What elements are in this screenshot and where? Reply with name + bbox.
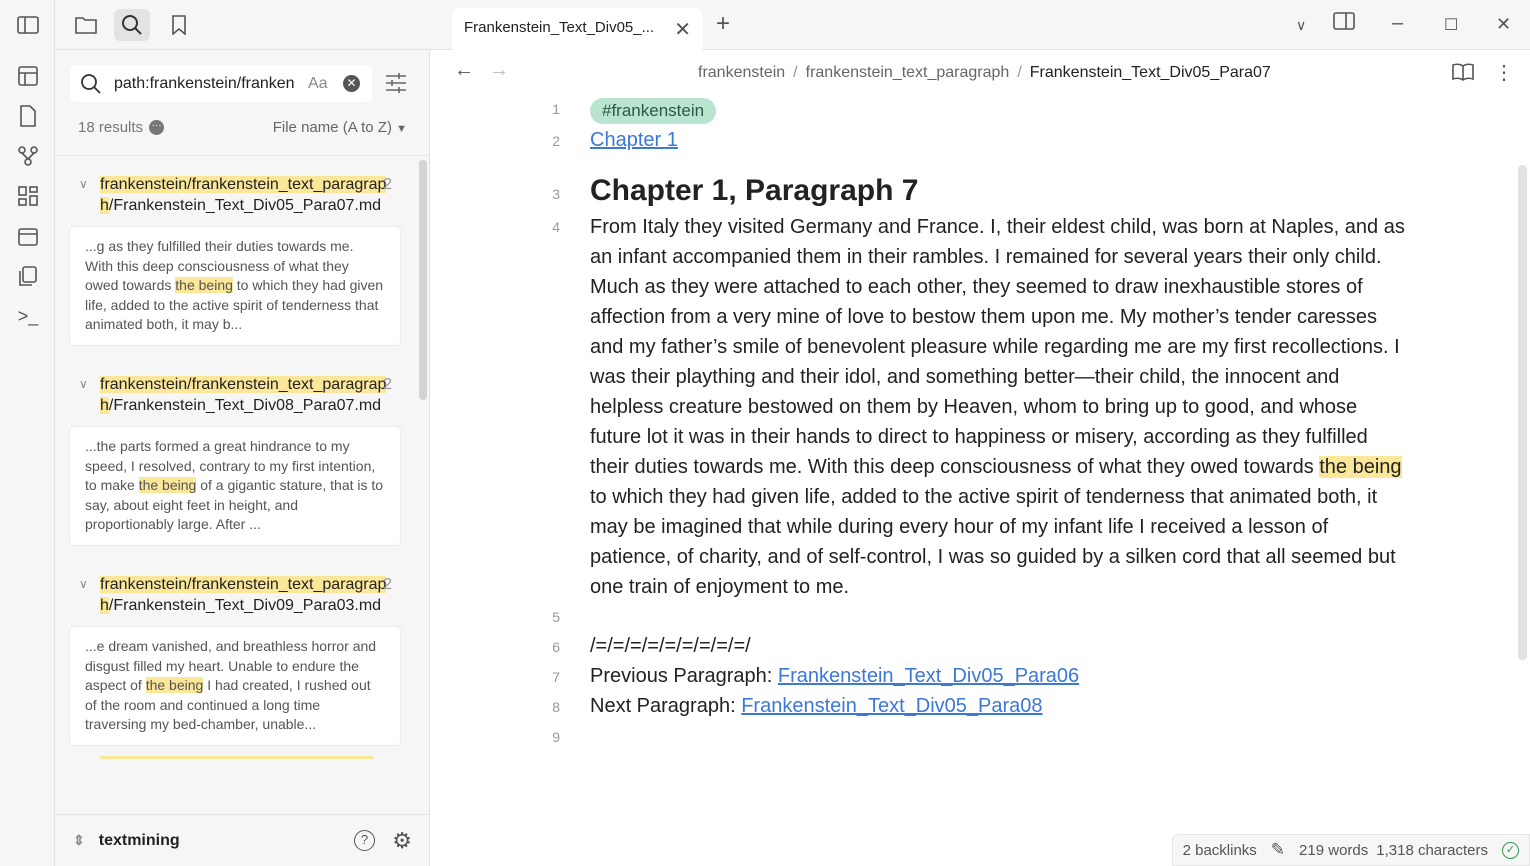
- copy-icon[interactable]: [14, 262, 42, 290]
- maximize-icon[interactable]: ☐: [1444, 15, 1458, 35]
- line-number: 4: [552, 219, 560, 235]
- settings-gear-icon[interactable]: ⚙: [392, 828, 412, 854]
- match-count: 2: [383, 375, 392, 393]
- next-paragraph-link[interactable]: Frankenstein_Text_Div05_Para08: [741, 695, 1042, 717]
- status-bar: 2 backlinks ✎ 219 words 1,318 characters…: [1171, 834, 1530, 866]
- close-window-icon[interactable]: ✕: [1496, 14, 1511, 35]
- chevron-down-icon: ▼: [396, 123, 407, 135]
- more-options-icon[interactable]: ⋮: [1494, 60, 1514, 85]
- paragraph: From Italy they visited Germany and Fran…: [590, 212, 1405, 602]
- blocks-icon[interactable]: [14, 182, 42, 210]
- search-match-highlight: the being: [1319, 456, 1402, 478]
- word-count: 219 words: [1299, 841, 1369, 859]
- vault-switch-icon[interactable]: ⇕: [73, 832, 85, 849]
- paragraph-text: From Italy they visited Germany and Fran…: [590, 216, 1405, 478]
- toggle-right-sidebar-icon[interactable]: [1333, 12, 1355, 36]
- calendar-icon[interactable]: [14, 222, 42, 250]
- snippet-match: the being: [175, 277, 233, 294]
- search-results: ∨ frankenstein/frankenstein_text_paragrap…: [55, 155, 430, 805]
- search-tab-icon[interactable]: [114, 9, 150, 41]
- minimize-icon[interactable]: –: [1392, 12, 1403, 35]
- sync-check-icon: ✓: [1502, 841, 1519, 859]
- line-number: 8: [552, 699, 560, 715]
- clear-search-icon[interactable]: ✕: [343, 75, 360, 92]
- results-count: 18 results: [78, 119, 144, 136]
- match-count: 2: [383, 575, 392, 593]
- breadcrumb-current[interactable]: Frankenstein_Text_Div05_Para07: [1030, 64, 1271, 81]
- next-result-partial: [100, 755, 374, 759]
- prev-paragraph-link[interactable]: Frankenstein_Text_Div05_Para06: [778, 665, 1079, 687]
- result-snippet[interactable]: ...the parts formed a great hindrance to…: [69, 425, 401, 546]
- more-options-icon[interactable]: ···: [149, 120, 165, 135]
- paragraph-text: to which they had given life, added to t…: [590, 486, 1396, 598]
- path-rest: /Frankenstein_Text_Div05_Para07.md: [108, 197, 382, 214]
- line-number: 2: [552, 133, 560, 149]
- layout-icon[interactable]: [14, 62, 42, 90]
- reading-view-icon[interactable]: [1452, 62, 1474, 87]
- search-query[interactable]: path:frankenstein/franken: [114, 75, 304, 93]
- line-number: 7: [552, 669, 560, 685]
- breadcrumb-item[interactable]: frankenstein_text_paragraph: [806, 64, 1010, 81]
- editor-pane: Frankenstein_Text_Div05_... ✕ + ∨ – ☐ ✕ ←…: [430, 0, 1530, 866]
- path-rest: /Frankenstein_Text_Div09_Para03.md: [108, 596, 382, 614]
- search-settings-icon[interactable]: [385, 72, 407, 99]
- match-case-toggle[interactable]: Aa: [308, 75, 328, 93]
- result-snippet[interactable]: ...e dream vanished, and breathless horr…: [69, 625, 401, 746]
- chapter-link[interactable]: Chapter 1: [590, 129, 678, 151]
- separator-line: /=/=/=/=/=/=/=/=/=/: [590, 635, 751, 657]
- backlinks-count[interactable]: 2 backlinks: [1183, 842, 1257, 859]
- folder-icon[interactable]: [68, 9, 104, 41]
- tag[interactable]: #frankenstein: [590, 98, 717, 124]
- back-arrow-icon[interactable]: ←: [454, 59, 474, 82]
- search-icon: [81, 73, 101, 94]
- result-file-path[interactable]: ∨ frankenstein/frankenstein_text_paragrap…: [55, 356, 430, 416]
- vault-name[interactable]: textmining: [99, 832, 180, 850]
- tab-list-chevron-icon[interactable]: ∨: [1296, 17, 1306, 34]
- path-rest: /Frankenstein_Text_Div08_Para07.md: [108, 396, 382, 414]
- snippet-match: the being: [138, 477, 197, 494]
- edit-mode-pencil-icon[interactable]: ✎: [1271, 840, 1285, 860]
- collapse-chevron-icon[interactable]: ∨: [79, 174, 88, 195]
- search-result: ∨ frankenstein/frankenstein_text_paragrap…: [55, 556, 430, 746]
- close-tab-icon[interactable]: ✕: [674, 17, 691, 42]
- result-file-path[interactable]: ∨ frankenstein/frankenstein_text_paragrap…: [55, 156, 430, 216]
- match-count: 2: [383, 176, 392, 193]
- breadcrumb-item[interactable]: frankenstein: [698, 64, 785, 81]
- search-result: ∨ frankenstein/frankenstein_text_paragrap…: [55, 156, 430, 346]
- search-sidebar: path:frankenstein/franken Aa ✕ 18 result…: [55, 0, 430, 866]
- editor-scrollbar[interactable]: [1518, 165, 1527, 660]
- help-icon[interactable]: ?: [354, 830, 375, 851]
- note-heading: Chapter 1, Paragraph 7: [590, 174, 919, 207]
- result-snippet[interactable]: ...g as they fulfilled their duties towa…: [69, 226, 401, 346]
- next-label: Next Paragraph:: [590, 695, 742, 717]
- line-number: 5: [552, 609, 560, 625]
- search-input[interactable]: path:frankenstein/franken Aa ✕: [70, 65, 372, 102]
- tab-title: Frankenstein_Text_Div05_...: [464, 19, 655, 36]
- collapse-chevron-icon[interactable]: ∨: [79, 374, 88, 395]
- breadcrumb: frankenstein / frankenstein_text_paragraph…: [698, 64, 1271, 81]
- sort-dropdown[interactable]: File name (A to Z) ▼: [273, 119, 407, 136]
- bookmark-icon[interactable]: [161, 9, 197, 41]
- line-number: 3: [552, 186, 560, 202]
- search-result: ∨ frankenstein/frankenstein_text_paragrap…: [55, 356, 430, 546]
- tab-active-note[interactable]: Frankenstein_Text_Div05_... ✕: [452, 8, 703, 51]
- forward-arrow-icon[interactable]: →: [489, 59, 509, 82]
- graph-icon[interactable]: [14, 142, 42, 170]
- terminal-icon[interactable]: >_: [14, 302, 42, 330]
- character-count: 1,318 characters: [1376, 841, 1488, 859]
- line-number: 6: [552, 639, 560, 655]
- file-search-icon[interactable]: [14, 102, 42, 130]
- ribbon: >_: [0, 0, 55, 866]
- prev-label: Previous Paragraph:: [590, 665, 778, 687]
- line-number: 1: [552, 101, 560, 117]
- snippet-match: the being: [145, 677, 204, 694]
- result-file-path[interactable]: ∨ frankenstein/frankenstein_text_paragrap…: [55, 556, 430, 616]
- line-number: 9: [552, 729, 560, 745]
- sidebar-toggle-icon[interactable]: [14, 11, 42, 39]
- new-tab-icon[interactable]: +: [716, 10, 730, 38]
- collapse-chevron-icon[interactable]: ∨: [79, 574, 88, 595]
- sort-label: File name (A to Z): [272, 119, 392, 136]
